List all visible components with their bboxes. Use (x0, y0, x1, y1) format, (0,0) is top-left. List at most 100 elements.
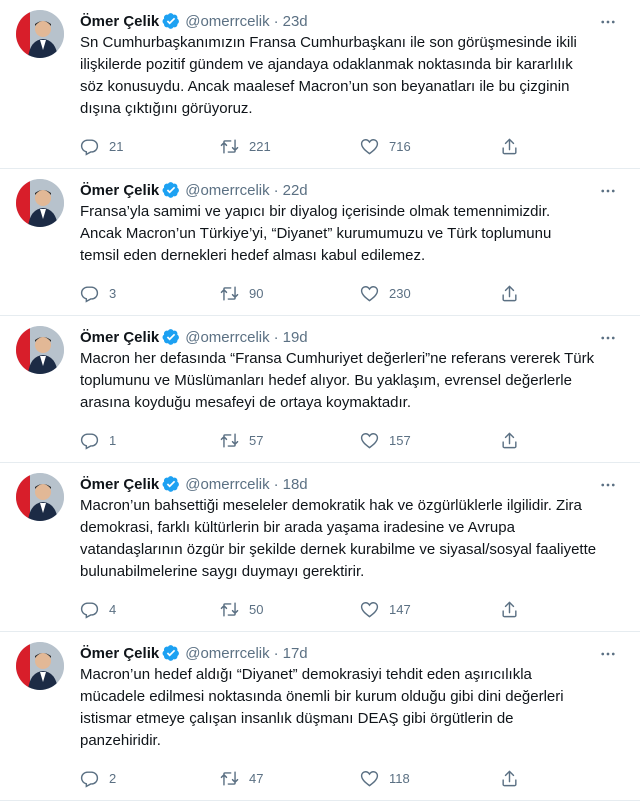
tweet-time[interactable]: 18d (283, 476, 308, 493)
share-button[interactable] (500, 431, 529, 450)
like-count: 147 (389, 601, 411, 617)
like-count: 118 (389, 770, 410, 786)
more-icon[interactable] (598, 328, 618, 348)
author-name[interactable]: Ömer Çelik (80, 329, 159, 346)
reply-count: 1 (109, 432, 117, 448)
author-name[interactable]: Ömer Çelik (80, 645, 159, 662)
share-button[interactable] (500, 769, 529, 788)
retweet-count: 90 (249, 285, 264, 301)
tweet-time[interactable]: 23d (283, 13, 308, 30)
like-count: 716 (389, 138, 411, 154)
author-handle[interactable]: @omerrcelik (185, 476, 269, 493)
like-button[interactable]: 230 (360, 284, 500, 303)
like-button[interactable]: 157 (360, 431, 500, 450)
tweet-text: Macron her defasında “Fransa Cumhuriyet … (80, 350, 595, 411)
author-handle[interactable]: @omerrcelik (185, 645, 269, 662)
avatar[interactable] (16, 179, 64, 227)
tweet[interactable]: Ömer Çelik @omerrcelik · 18d Macron’un b… (0, 463, 640, 632)
tweet-actions: 3 90 230 (80, 271, 624, 315)
author-name[interactable]: Ömer Çelik (80, 182, 159, 199)
share-button[interactable] (500, 284, 529, 303)
tweet[interactable]: Ömer Çelik @omerrcelik · 23d Sn Cumhurba… (0, 0, 640, 169)
more-icon[interactable] (598, 12, 618, 32)
share-icon (502, 138, 517, 154)
tweet-time[interactable]: 17d (283, 645, 308, 662)
retweet-button[interactable]: 221 (220, 137, 360, 156)
tweet[interactable]: Ömer Çelik @omerrcelik · 22d Fransa’yla … (0, 169, 640, 316)
reply-button[interactable]: 21 (80, 137, 220, 156)
share-icon (502, 601, 517, 617)
reply-button[interactable]: 1 (80, 431, 220, 450)
more-icon[interactable] (598, 181, 618, 201)
author-handle[interactable]: @omerrcelik (185, 13, 269, 30)
like-button[interactable]: 716 (360, 137, 500, 156)
tweet-header: Ömer Çelik @omerrcelik · 22d (80, 179, 624, 201)
reply-count: 3 (109, 285, 117, 301)
retweet-icon (220, 601, 239, 617)
heart-icon (360, 770, 379, 787)
verified-badge-icon (162, 644, 180, 662)
retweet-button[interactable]: 57 (220, 431, 360, 450)
author-name[interactable]: Ömer Çelik (80, 476, 159, 493)
retweet-count: 50 (249, 601, 264, 617)
more-icon[interactable] (598, 475, 618, 495)
tweet-text: Sn Cumhurbaşkanımızın Fransa Cumhurbaşka… (80, 34, 577, 117)
heart-icon (360, 601, 379, 618)
retweet-button[interactable]: 50 (220, 600, 360, 619)
share-button[interactable] (500, 600, 529, 619)
heart-icon (360, 138, 379, 155)
verified-badge-icon (162, 328, 180, 346)
more-icon[interactable] (598, 644, 618, 664)
tweet-time[interactable]: 19d (283, 329, 308, 346)
avatar[interactable] (16, 326, 64, 374)
avatar[interactable] (16, 473, 64, 521)
retweet-button[interactable]: 90 (220, 284, 360, 303)
avatar[interactable] (16, 10, 64, 58)
reply-button[interactable]: 3 (80, 284, 220, 303)
author-name[interactable]: Ömer Çelik (80, 13, 159, 30)
tweet-header: Ömer Çelik @omerrcelik · 18d (80, 473, 624, 495)
share-icon (502, 432, 517, 448)
like-button[interactable]: 118 (360, 769, 500, 788)
retweet-icon (220, 285, 239, 301)
reply-count: 21 (109, 138, 124, 154)
tweet[interactable]: Ömer Çelik @omerrcelik · 17d Macron’un h… (0, 632, 640, 801)
separator-dot: · (273, 328, 279, 346)
tweet-actions: 21 221 716 (80, 124, 624, 168)
verified-badge-icon (162, 12, 180, 30)
reply-icon (80, 285, 99, 303)
tweet[interactable]: Ömer Çelik @omerrcelik · 19d Macron her … (0, 316, 640, 463)
reply-count: 4 (109, 601, 117, 617)
like-button[interactable]: 147 (360, 600, 500, 619)
tweet-time[interactable]: 22d (283, 182, 308, 199)
retweet-count: 47 (249, 770, 264, 786)
heart-icon (360, 285, 379, 302)
reply-button[interactable]: 4 (80, 600, 220, 619)
verified-badge-icon (162, 475, 180, 493)
reply-icon (80, 138, 99, 156)
reply-count: 2 (109, 770, 117, 786)
retweet-button[interactable]: 47 (220, 769, 360, 788)
verified-badge-icon (162, 181, 180, 199)
separator-dot: · (273, 644, 279, 662)
retweet-count: 57 (249, 432, 264, 448)
retweet-icon (220, 138, 239, 154)
tweet-text: Macron’un hedef aldığı “Diyanet” demokra… (80, 666, 564, 749)
tweet-header: Ömer Çelik @omerrcelik · 19d (80, 326, 624, 348)
like-count: 157 (389, 432, 411, 448)
share-button[interactable] (500, 137, 529, 156)
author-handle[interactable]: @omerrcelik (185, 182, 269, 199)
tweet-text: Fransa’yla samimi ve yapıcı bir diyalog … (80, 203, 552, 264)
avatar[interactable] (16, 642, 64, 690)
retweet-icon (220, 432, 239, 448)
like-count: 230 (389, 285, 411, 301)
reply-button[interactable]: 2 (80, 769, 220, 788)
reply-icon (80, 432, 99, 450)
share-icon (502, 770, 517, 786)
tweet-actions: 1 57 157 (80, 418, 624, 462)
tweet-actions: 2 47 118 (80, 756, 624, 800)
share-icon (502, 285, 517, 301)
retweet-count: 221 (249, 138, 271, 154)
author-handle[interactable]: @omerrcelik (185, 329, 269, 346)
tweet-actions: 4 50 147 (80, 587, 624, 631)
